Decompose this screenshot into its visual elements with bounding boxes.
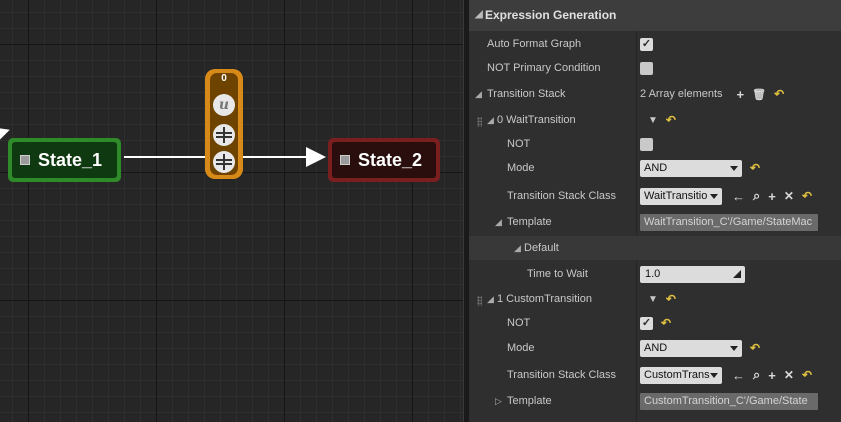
category-expression-generation[interactable]: ◢ Expression Generation [469, 0, 841, 31]
el0-not-checkbox[interactable] [640, 137, 653, 151]
property-label: NOT [507, 317, 531, 329]
el0-template-value[interactable]: WaitTransition_C'/Game/StateMac [640, 213, 818, 231]
expand-arrow-icon[interactable]: ◢ [475, 89, 482, 100]
add-icon[interactable]: + [737, 87, 745, 102]
element-options-icon[interactable]: ▼ [648, 115, 658, 126]
drag-handle-icon[interactable] [477, 296, 482, 306]
expand-arrow-icon[interactable]: ◢ [487, 294, 494, 305]
element-label: 0 WaitTransition [497, 114, 576, 126]
el1-template-value[interactable]: CustomTransition_C'/Game/State [640, 392, 818, 410]
row-el0-default[interactable]: ◢ Default [469, 236, 841, 260]
property-label: NOT Primary Condition [487, 62, 601, 74]
dropdown-value: AND [644, 162, 668, 174]
use-selected-icon[interactable]: ← [732, 189, 745, 204]
category-title: Expression Generation [485, 8, 617, 22]
row-el0-not: NOT [469, 134, 841, 154]
state-node-1-label: State_1 [38, 149, 103, 170]
property-label: Time to Wait [527, 268, 588, 280]
clear-icon[interactable]: ✕ [784, 368, 794, 382]
row-el0-time-to-wait: Time to Wait 1.0 [469, 264, 841, 284]
state-icon [20, 155, 30, 165]
element-options-icon[interactable]: ▼ [648, 294, 658, 305]
property-label: Transition Stack Class [507, 190, 617, 202]
add-icon[interactable]: + [768, 189, 776, 204]
property-label: Transition Stack Class [507, 369, 617, 381]
el1-not-checkbox[interactable]: ✓ [640, 316, 653, 330]
reset-icon[interactable]: ↶ [750, 341, 760, 355]
transition-count: 0 [221, 73, 227, 84]
row-transition-stack: ◢ Transition Stack 2 Array elements + 🗑 … [469, 84, 841, 104]
el0-mode-dropdown[interactable]: AND [640, 159, 742, 177]
expand-arrow-icon[interactable]: ◢ [514, 243, 521, 254]
reset-icon[interactable]: ↶ [774, 87, 784, 101]
graph-wires [0, 126, 326, 167]
row-not-primary-condition: NOT Primary Condition [469, 58, 841, 78]
dropdown-value: CustomTrans [644, 369, 710, 381]
unreal-logo-icon: u [213, 94, 235, 116]
row-element-0: ◢ 0 WaitTransition ▼ ↶ [469, 110, 841, 130]
el1-class-dropdown[interactable]: CustomTrans [640, 366, 722, 384]
row-auto-format-graph: Auto Format Graph ✓ [469, 34, 841, 54]
expand-arrow-icon[interactable]: ◢ [487, 115, 494, 126]
property-label: NOT [507, 138, 531, 150]
state-node-1[interactable]: State_1 [8, 138, 121, 182]
reset-icon[interactable]: ↶ [666, 292, 676, 306]
property-label: Transition Stack [487, 88, 566, 100]
clear-icon[interactable]: ✕ [784, 189, 794, 203]
resize-grip-icon[interactable] [733, 269, 741, 278]
el0-class-dropdown[interactable]: WaitTransitio [640, 187, 722, 205]
row-el0-template: ◢ Template WaitTransition_C'/Game/StateM… [469, 212, 841, 232]
row-el1-template: ▷ Template CustomTransition_C'/Game/Stat… [469, 391, 841, 411]
chevron-down-icon [730, 165, 738, 171]
property-label: Template [507, 395, 552, 407]
expand-arrow-icon[interactable]: ▷ [495, 396, 502, 407]
property-label: Template [507, 216, 552, 228]
row-el1-class: Transition Stack Class CustomTrans ← ⌕ +… [469, 365, 841, 385]
incoming-arrow [0, 126, 10, 146]
reset-icon[interactable]: ↶ [802, 368, 812, 382]
array-count: 2 Array elements [640, 88, 723, 100]
expand-arrow-icon[interactable]: ◢ [475, 9, 483, 20]
row-el0-class: Transition Stack Class WaitTransitio ← ⌕… [469, 186, 841, 206]
auto-format-checkbox[interactable]: ✓ [640, 37, 653, 51]
property-label: Mode [507, 162, 535, 174]
reset-icon[interactable]: ↶ [750, 161, 760, 175]
element-label: 1 CustomTransition [497, 293, 592, 305]
row-el1-mode: Mode AND ↶ [469, 338, 841, 358]
property-label: Auto Format Graph [487, 38, 582, 50]
state-icon [340, 155, 350, 165]
row-element-1: ◢ 1 CustomTransition ▼ ↶ [469, 289, 841, 309]
state-node-2[interactable]: State_2 [328, 138, 440, 182]
reset-icon[interactable]: ↶ [666, 113, 676, 127]
row-el1-not: NOT ✓ ↶ [469, 313, 841, 333]
use-selected-icon[interactable]: ← [732, 368, 745, 383]
property-label: Mode [507, 342, 535, 354]
not-primary-checkbox[interactable] [640, 61, 653, 75]
state-node-2-label: State_2 [358, 149, 423, 170]
browse-icon[interactable]: ⌕ [753, 367, 760, 383]
time-to-wait-input[interactable]: 1.0 [640, 265, 745, 283]
browse-icon[interactable]: ⌕ [753, 188, 760, 204]
transition-rule-icon [213, 124, 235, 146]
details-panel: ◢ Expression Generation Auto Format Grap… [469, 0, 841, 422]
drag-handle-icon[interactable] [477, 117, 482, 127]
row-el0-mode: Mode AND ↶ [469, 158, 841, 178]
dropdown-value: AND [644, 342, 668, 354]
expand-arrow-icon[interactable]: ◢ [495, 217, 502, 228]
chevron-down-icon [710, 193, 718, 199]
chevron-down-icon [730, 345, 738, 351]
input-value: 1.0 [645, 268, 661, 280]
delete-icon[interactable]: 🗑 [752, 88, 766, 101]
chevron-down-icon [710, 372, 718, 378]
dropdown-value: WaitTransitio [644, 190, 708, 202]
subcategory-label: Default [524, 242, 559, 254]
graph-editor[interactable]: State_1 State_2 0 u [0, 0, 463, 422]
el1-mode-dropdown[interactable]: AND [640, 339, 742, 357]
transition-node[interactable]: 0 u [205, 69, 243, 179]
add-icon[interactable]: + [768, 368, 776, 383]
transition-rule-icon [213, 151, 235, 173]
reset-icon[interactable]: ↶ [661, 316, 671, 330]
reset-icon[interactable]: ↶ [802, 189, 812, 203]
